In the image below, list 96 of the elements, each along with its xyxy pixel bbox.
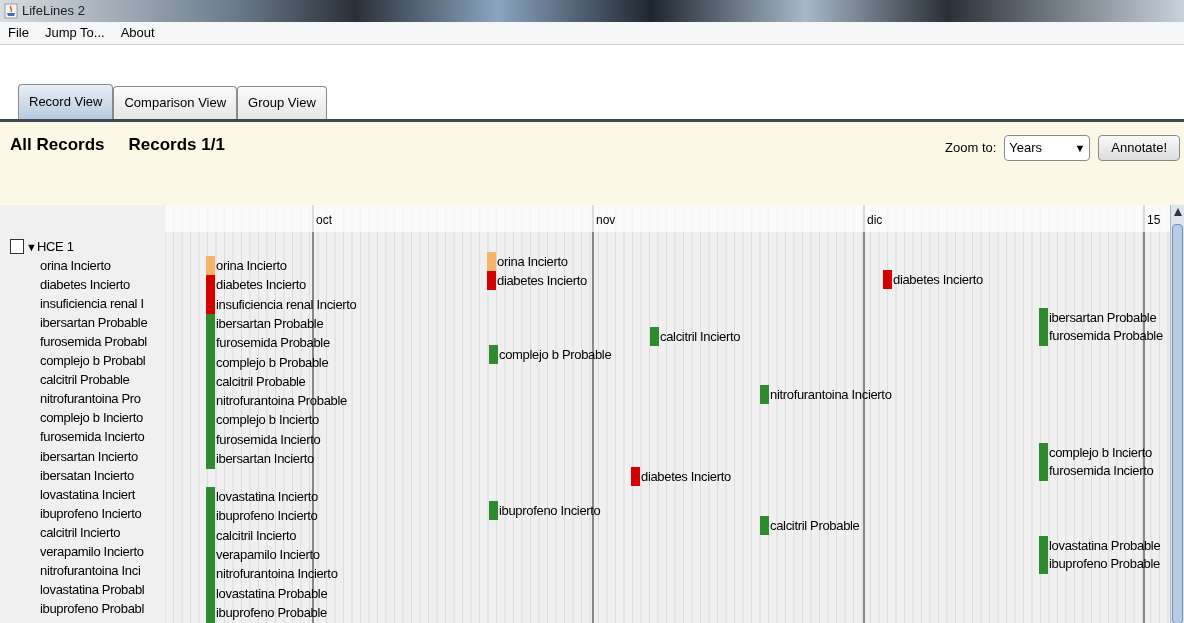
event-label: orina Incierto (496, 252, 568, 271)
record-item: ibersartan Incierto (40, 447, 138, 466)
record-item: calcitril Incierto (40, 523, 121, 542)
event-label: calcitril Incierto (215, 526, 297, 545)
event-label: furosemida Incierto (215, 430, 321, 449)
event-label: ibuprofeno Probable (215, 603, 327, 622)
record-item: complejo b Probabl (40, 352, 146, 370)
event-marker[interactable] (883, 270, 892, 289)
event-label: ibersartan Probable (1048, 308, 1157, 327)
tab[interactable]: Comparison View (113, 86, 238, 119)
record-item: orina Incierto (40, 256, 111, 275)
event-label: insuficiencia renal Incierto (215, 295, 357, 314)
event-marker[interactable] (206, 313, 215, 334)
record-item: complejo b Incierto (40, 409, 143, 428)
event-marker[interactable] (1039, 443, 1048, 462)
event-label: orina Incierto (215, 257, 287, 275)
event-marker[interactable] (206, 256, 215, 276)
event-label: nitrofurantoina Probable (215, 392, 347, 411)
event-marker[interactable] (487, 271, 496, 290)
record-item: furosemida Probabl (40, 332, 147, 351)
event-label: calcitril Incierto (659, 327, 741, 346)
event-marker[interactable] (1039, 461, 1048, 481)
records-count: Records 1/1 (128, 134, 225, 156)
record-item: nitrofurantoina Pro (40, 390, 141, 409)
record-item: lovastatina Inciert (40, 485, 135, 504)
event-marker[interactable] (489, 501, 498, 520)
record-item: ibersatan Incierto (40, 466, 134, 485)
record-item: furosemida Incierto (40, 428, 145, 447)
event-marker[interactable] (206, 294, 215, 315)
event-label: lovastatina Probable (215, 584, 328, 603)
event-label: furosemida Incierto (1048, 462, 1154, 480)
event-label: nitrofurantoina Incierto (215, 565, 338, 584)
record-label: HCE 1 (36, 238, 74, 256)
event-label: complejo b Incierto (215, 411, 319, 430)
event-label: ibuprofeno Incierto (215, 507, 318, 526)
event-marker[interactable] (760, 516, 769, 535)
event-label: diabetes Incierto (892, 270, 983, 289)
record-item: ibersartan Probable (40, 313, 148, 332)
record-item: lovastatina Probabl (40, 581, 145, 600)
event-marker[interactable] (1039, 554, 1048, 574)
event-label: ibersartan Probable (215, 314, 324, 333)
event-marker[interactable] (487, 252, 496, 271)
event-marker[interactable] (650, 327, 659, 346)
zoom-label: Zoom to: (945, 139, 997, 158)
event-label: diabetes Incierto (640, 467, 731, 486)
event-marker[interactable] (206, 275, 215, 296)
event-label: diabetes Incierto (496, 271, 587, 290)
annotate-button[interactable]: Annotate! (1098, 135, 1180, 161)
record-item: nitrofurantoina Inci (40, 562, 141, 581)
record-item: diabetes Incierto (40, 275, 130, 294)
event-label: complejo b Probable (498, 345, 612, 364)
event-label: ibersartan Incierto (215, 450, 314, 468)
event-marker[interactable] (206, 449, 215, 469)
view-title: All Records (10, 134, 105, 156)
record-item: ibuprofeno Incierto (40, 504, 142, 523)
menu-item[interactable]: File (8, 23, 29, 43)
event-marker[interactable] (206, 487, 215, 507)
record-item: ibuprofeno Probabl (40, 600, 144, 619)
tab[interactable]: Group View (237, 86, 327, 119)
record-item: verapamilo Incierto (40, 543, 144, 561)
event-marker[interactable] (206, 602, 215, 623)
event-label: verapamilo Incierto (215, 545, 320, 564)
checkbox[interactable] (10, 239, 24, 255)
scroll-up-icon[interactable] (1174, 208, 1182, 216)
event-label: calcitril Probable (215, 372, 306, 391)
event-label: calcitril Probable (769, 516, 860, 535)
event-label: ibuprofeno Probable (1048, 555, 1160, 573)
event-label: ibuprofeno Incierto (498, 501, 601, 520)
record-item: insuficiencia renal I (40, 294, 144, 313)
event-label: diabetes Incierto (215, 276, 306, 295)
event-marker[interactable] (631, 467, 640, 486)
scrollbar[interactable] (1170, 205, 1184, 623)
event-marker[interactable] (1039, 308, 1048, 327)
window-title: LifeLines 2 (22, 2, 85, 21)
menu-item[interactable]: Jump To... (44, 23, 105, 43)
event-label: complejo b Incierto (1048, 443, 1152, 462)
record-item: calcitril Probable (40, 371, 130, 390)
expand-toggle[interactable]: ▼ (26, 238, 37, 255)
event-marker[interactable] (760, 385, 769, 404)
axis-label: oct (316, 212, 332, 229)
event-marker[interactable] (1039, 326, 1048, 346)
event-marker[interactable] (489, 345, 498, 364)
app-icon (4, 3, 18, 19)
event-label: furosemida Probable (215, 334, 330, 353)
axis-label: 15 (1147, 212, 1161, 229)
event-label: lovastatina Incierto (215, 488, 318, 506)
event-label: nitrofurantoina Incierto (769, 385, 892, 404)
axis-label: nov (596, 212, 616, 229)
axis-label: dic (867, 212, 883, 229)
zoom-dropdown[interactable]: Years ▼ (1004, 135, 1091, 161)
event-label: complejo b Probable (215, 353, 329, 372)
event-label: lovastatina Probable (1048, 536, 1161, 555)
tab[interactable]: Record View (18, 84, 114, 119)
menu-item[interactable]: About (120, 23, 155, 43)
event-label: furosemida Probable (1048, 327, 1163, 345)
event-marker[interactable] (1039, 536, 1048, 555)
